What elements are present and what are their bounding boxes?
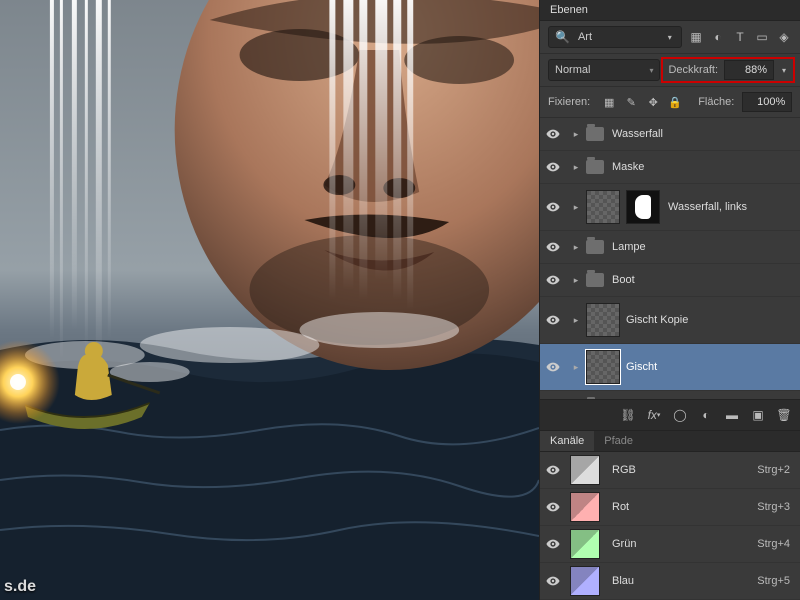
layer-name[interactable]: Gischt Kopie xyxy=(626,314,688,326)
layer-row[interactable]: ▸ Wasserfall, links xyxy=(540,184,800,231)
visibility-toggle[interactable] xyxy=(540,313,566,327)
fill-label: Fläche: xyxy=(698,96,734,108)
visibility-toggle[interactable] xyxy=(540,127,566,141)
lock-position-icon[interactable]: ✥ xyxy=(646,95,660,109)
layer-filter-input[interactable] xyxy=(576,30,659,44)
layer-row[interactable]: ▸ Maske xyxy=(540,151,800,184)
blend-mode-dropdown[interactable]: Normal ▾ xyxy=(548,59,660,81)
filter-shape-icon[interactable]: ▭ xyxy=(754,29,770,45)
channel-shortcut: Strg+3 xyxy=(757,501,790,513)
paths-tab[interactable]: Pfade xyxy=(594,431,643,451)
document-canvas[interactable]: s.de xyxy=(0,0,539,600)
channel-name: Grün xyxy=(612,538,757,550)
layer-filter-search[interactable]: 🔍 ▾ xyxy=(548,26,682,48)
watermark-text: s.de xyxy=(4,578,36,596)
filter-pixel-icon[interactable]: ▦ xyxy=(688,29,704,45)
layers-footer: ⛓ fx▾ ◯ ◐ ▬ ▣ 🗑 xyxy=(540,399,800,430)
layer-name[interactable]: Maske xyxy=(612,161,644,173)
layer-name[interactable]: Boot xyxy=(612,274,635,286)
expand-icon[interactable]: ▸ xyxy=(566,275,586,286)
expand-icon[interactable]: ▸ xyxy=(566,129,586,140)
visibility-toggle[interactable] xyxy=(540,537,566,551)
channel-thumbnail xyxy=(570,455,600,485)
layer-fx-icon[interactable]: fx▾ xyxy=(646,407,662,423)
channel-row[interactable]: RGBStrg+2 xyxy=(540,452,800,489)
channel-shortcut: Strg+2 xyxy=(757,464,790,476)
layers-panel-tab[interactable]: Ebenen xyxy=(540,0,800,21)
channel-thumbnail xyxy=(570,529,600,559)
visibility-toggle[interactable] xyxy=(540,500,566,514)
layer-mask-icon[interactable]: ◯ xyxy=(672,407,688,423)
layer-name[interactable]: Lampe xyxy=(612,241,646,253)
layer-name[interactable]: Wasserfall xyxy=(612,128,663,140)
opacity-label: Deckkraft: xyxy=(668,64,718,76)
folder-icon xyxy=(586,127,604,141)
filter-adjust-icon[interactable]: ◐ xyxy=(710,29,726,45)
blend-mode-value: Normal xyxy=(555,64,590,76)
chevron-down-icon: ▾ xyxy=(649,66,653,75)
layer-row[interactable]: ▸ Gischt Kopie xyxy=(540,297,800,344)
layer-name[interactable]: Gischt xyxy=(626,361,657,373)
layer-thumbnail[interactable] xyxy=(586,303,620,337)
layer-row[interactable]: ▸ Lampe xyxy=(540,231,800,264)
layer-list[interactable]: ▸ Wasserfall ▸ Maske ▸ Wasserfall, links ▸ Lamp… xyxy=(540,118,800,399)
channel-shortcut: Strg+4 xyxy=(757,538,790,550)
visibility-toggle[interactable] xyxy=(540,360,566,374)
layer-row[interactable]: ▸ Gischt xyxy=(540,344,800,391)
channel-row[interactable]: RotStrg+3 xyxy=(540,489,800,526)
expand-icon[interactable]: ▸ xyxy=(566,315,586,326)
channels-tab[interactable]: Kanäle xyxy=(540,431,594,451)
chevron-down-icon[interactable]: ▾ xyxy=(794,94,800,110)
channel-row[interactable]: GrünStrg+4 xyxy=(540,526,800,563)
chevron-down-icon[interactable]: ▾ xyxy=(665,29,675,45)
folder-icon xyxy=(586,240,604,254)
chevron-down-icon[interactable]: ▾ xyxy=(776,62,792,78)
channel-row[interactable]: BlauStrg+5 xyxy=(540,563,800,600)
lock-transparent-icon[interactable]: ▦ xyxy=(602,95,616,109)
filter-type-icon[interactable]: T xyxy=(732,29,748,45)
panels-sidebar: Ebenen 🔍 ▾ ▦ ◐ T ▭ ◈ Normal ▾ Deck xyxy=(539,0,800,600)
layer-row[interactable]: ▸Hintergrund xyxy=(540,391,800,399)
visibility-toggle[interactable] xyxy=(540,273,566,287)
delete-layer-icon[interactable]: 🗑 xyxy=(776,407,792,423)
layer-row[interactable]: ▸ Boot xyxy=(540,264,800,297)
opacity-value[interactable]: 88% xyxy=(724,60,774,80)
lock-label: Fixieren: xyxy=(548,96,590,108)
folder-icon xyxy=(586,160,604,174)
channel-thumbnail xyxy=(570,492,600,522)
search-icon: 🔍 xyxy=(555,29,570,45)
channel-name: Rot xyxy=(612,501,757,513)
channel-thumbnail xyxy=(570,566,600,596)
link-layers-icon[interactable]: ⛓ xyxy=(620,407,636,423)
channel-list: RGBStrg+2RotStrg+3GrünStrg+4BlauStrg+5 xyxy=(540,452,800,600)
adjustment-icon[interactable]: ◐ xyxy=(698,407,714,423)
expand-icon[interactable]: ▸ xyxy=(566,162,586,173)
channel-name: Blau xyxy=(612,575,757,587)
visibility-toggle[interactable] xyxy=(540,240,566,254)
filter-smart-icon[interactable]: ◈ xyxy=(776,29,792,45)
channel-shortcut: Strg+5 xyxy=(757,575,790,587)
lock-pixels-icon[interactable]: ✎ xyxy=(624,95,638,109)
lock-all-icon[interactable]: 🔒 xyxy=(668,95,682,109)
visibility-toggle[interactable] xyxy=(540,463,566,477)
visibility-toggle[interactable] xyxy=(540,200,566,214)
layer-thumbnail[interactable] xyxy=(586,350,620,384)
mask-thumbnail[interactable] xyxy=(626,190,660,224)
visibility-toggle[interactable] xyxy=(540,574,566,588)
layer-row[interactable]: ▸ Wasserfall xyxy=(540,118,800,151)
fill-value[interactable]: 100% xyxy=(742,92,792,112)
expand-icon[interactable]: ▸ xyxy=(566,202,586,213)
channel-name: RGB xyxy=(612,464,757,476)
folder-icon xyxy=(586,273,604,287)
layer-thumbnail[interactable] xyxy=(586,190,620,224)
layer-name[interactable]: Wasserfall, links xyxy=(668,201,747,213)
visibility-toggle[interactable] xyxy=(540,160,566,174)
expand-icon[interactable]: ▸ xyxy=(566,362,586,373)
new-group-icon[interactable]: ▬ xyxy=(724,407,740,423)
expand-icon[interactable]: ▸ xyxy=(566,242,586,253)
new-layer-icon[interactable]: ▣ xyxy=(750,407,766,423)
